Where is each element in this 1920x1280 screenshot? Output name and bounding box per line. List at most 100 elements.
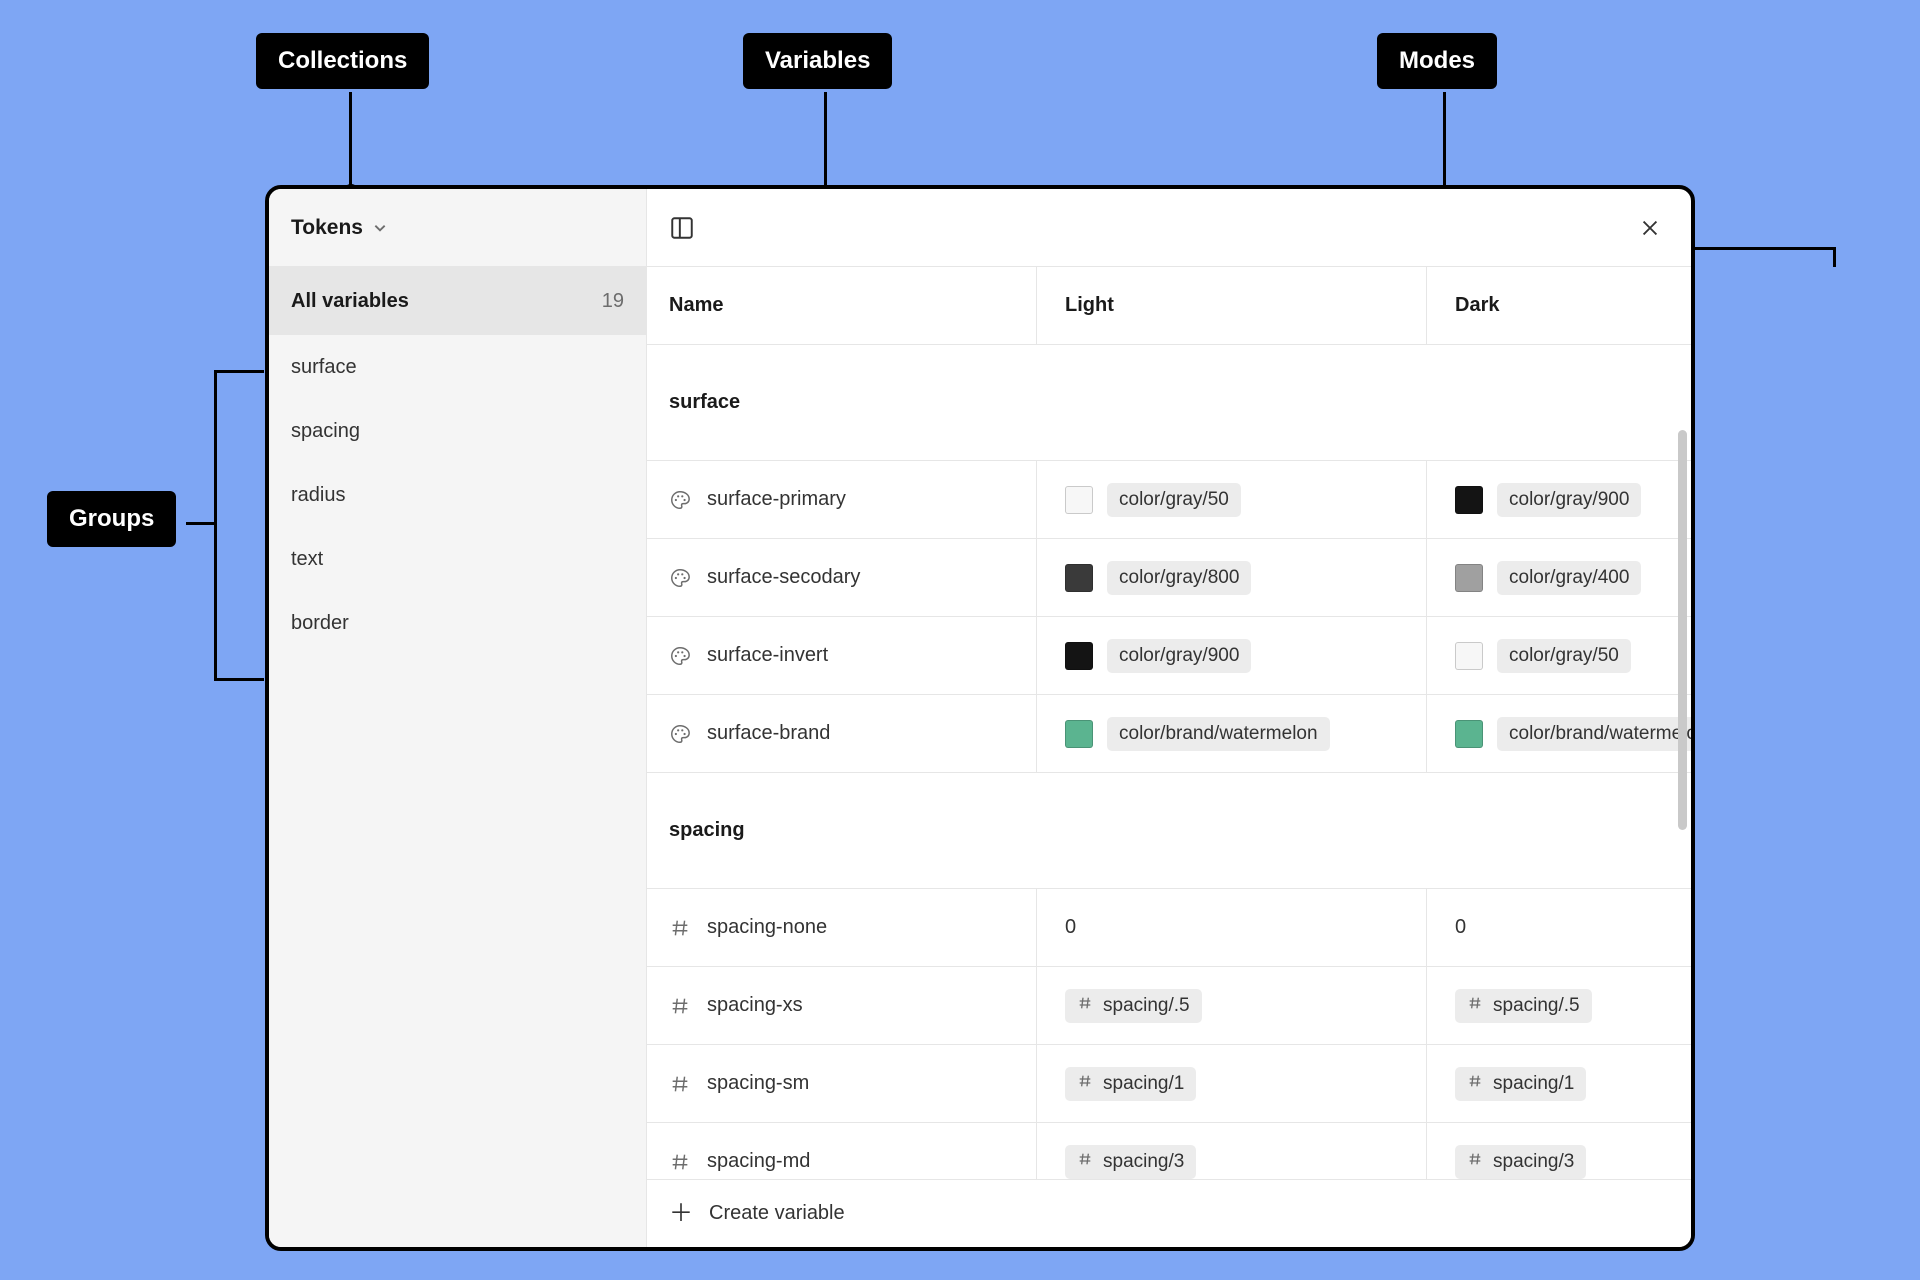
number-icon [1077, 1151, 1093, 1173]
variable-name: surface-primary [707, 488, 846, 511]
chevron-down-icon [373, 221, 387, 235]
variable-row[interactable]: surface-invert color/gray/900 color/gray/5… [647, 617, 1691, 695]
variable-row[interactable]: surface-primary color/gray/50 color/gray/9… [647, 461, 1691, 539]
variable-value-cell[interactable]: color/gray/400 [1427, 539, 1691, 616]
close-icon[interactable] [1639, 217, 1661, 239]
connector-line [214, 370, 264, 373]
variable-value-cell[interactable]: color/gray/50 [1427, 617, 1691, 694]
callout-groups: Groups [47, 491, 176, 547]
alias-chip[interactable]: color/gray/50 [1497, 639, 1631, 673]
variable-value-cell[interactable]: spacing/.5 [1037, 967, 1427, 1044]
variable-row[interactable]: spacing-md spacing/3 spacing/3 [647, 1123, 1691, 1179]
palette-icon [669, 567, 691, 589]
variable-name: surface-invert [707, 644, 828, 667]
variable-name: spacing-sm [707, 1072, 809, 1095]
color-swatch [1455, 564, 1483, 592]
color-swatch [1455, 720, 1483, 748]
raw-value: 0 [1455, 916, 1466, 939]
callout-collections: Collections [256, 33, 429, 89]
variable-value-cell[interactable]: color/gray/900 [1037, 617, 1427, 694]
number-icon [669, 995, 691, 1017]
sidebar: Tokens All variables 19 surfacespacingra… [269, 189, 647, 1247]
number-icon [1467, 1073, 1483, 1095]
variable-value-cell[interactable]: color/gray/50 [1037, 461, 1427, 538]
variable-value-cell[interactable]: color/gray/800 [1037, 539, 1427, 616]
sidebar-group-item[interactable]: text [269, 527, 646, 591]
scrollbar[interactable] [1678, 430, 1687, 830]
variable-value-cell[interactable]: spacing/3 [1037, 1123, 1427, 1179]
variables-scroll-area[interactable]: surface surface-primary color/gray/50 color… [647, 345, 1691, 1179]
column-mode-header[interactable]: Light [1037, 267, 1427, 344]
variable-name-cell[interactable]: spacing-sm [647, 1045, 1037, 1122]
variable-name-cell[interactable]: surface-primary [647, 461, 1037, 538]
connector-line [1833, 247, 1836, 267]
variable-row[interactable]: surface-brand color/brand/watermelon color… [647, 695, 1691, 773]
variable-value-cell[interactable]: spacing/1 [1037, 1045, 1427, 1122]
variable-row[interactable]: spacing-sm spacing/1 spacing/1 [647, 1045, 1691, 1123]
color-swatch [1065, 486, 1093, 514]
variable-value-cell[interactable]: color/brand/watermelon [1427, 695, 1691, 772]
alias-chip[interactable]: color/gray/800 [1107, 561, 1251, 595]
variable-name-cell[interactable]: spacing-md [647, 1123, 1037, 1179]
variable-name: spacing-xs [707, 994, 803, 1017]
number-icon [1077, 995, 1093, 1017]
alias-chip[interactable]: color/brand/watermelon [1497, 717, 1691, 751]
sidebar-group-item[interactable]: spacing [269, 399, 646, 463]
variable-value-cell[interactable]: spacing/1 [1427, 1045, 1691, 1122]
alias-chip[interactable]: color/gray/400 [1497, 561, 1641, 595]
panel-layout-icon[interactable] [669, 215, 695, 241]
number-icon [1467, 1151, 1483, 1173]
variable-value-cell[interactable]: color/brand/watermelon [1037, 695, 1427, 772]
variable-value-cell[interactable]: 0 [1427, 889, 1691, 966]
variable-name-cell[interactable]: spacing-xs [647, 967, 1037, 1044]
variable-value-cell[interactable]: 0 [1037, 889, 1427, 966]
alias-chip[interactable]: spacing/3 [1455, 1145, 1586, 1179]
variable-name-cell[interactable]: surface-brand [647, 695, 1037, 772]
sidebar-all-variables[interactable]: All variables 19 [269, 267, 646, 335]
alias-chip[interactable]: color/brand/watermelon [1107, 717, 1330, 751]
column-mode-header[interactable]: Dark [1427, 267, 1695, 344]
create-variable-button[interactable]: ＋ Create variable [647, 1179, 1691, 1247]
collection-name: Tokens [291, 216, 363, 240]
alias-chip[interactable]: spacing/1 [1065, 1067, 1196, 1101]
variable-name: spacing-none [707, 916, 827, 939]
alias-chip[interactable]: color/gray/900 [1497, 483, 1641, 517]
columns-header: Name Light Dark ＋ [647, 267, 1691, 345]
callout-modes: Modes [1377, 33, 1497, 89]
sidebar-group-item[interactable]: surface [269, 335, 646, 399]
number-icon [1077, 1073, 1093, 1095]
callout-variables: Variables [743, 33, 892, 89]
alias-chip[interactable]: spacing/1 [1455, 1067, 1586, 1101]
variable-name: surface-secodary [707, 566, 860, 589]
color-swatch [1455, 486, 1483, 514]
variable-value-cell[interactable]: spacing/.5 [1427, 967, 1691, 1044]
sidebar-group-item[interactable]: border [269, 591, 646, 655]
alias-chip[interactable]: color/gray/900 [1107, 639, 1251, 673]
variable-group-header: surface [647, 345, 1691, 461]
number-icon [669, 1073, 691, 1095]
alias-chip[interactable]: color/gray/50 [1107, 483, 1241, 517]
variable-value-cell[interactable]: color/gray/900 [1427, 461, 1691, 538]
connector-line [186, 522, 214, 525]
variable-group-header: spacing [647, 773, 1691, 889]
variable-name-cell[interactable]: surface-invert [647, 617, 1037, 694]
variable-value-cell[interactable]: spacing/3 [1427, 1123, 1691, 1179]
connector-line [214, 370, 217, 680]
alias-chip[interactable]: spacing/.5 [1065, 989, 1202, 1023]
main-area: Name Light Dark ＋ surfacesurface-primary… [647, 189, 1691, 1247]
variable-row[interactable]: spacing-xs spacing/.5 spacing/.5 [647, 967, 1691, 1045]
color-swatch [1065, 642, 1093, 670]
sidebar-group-item[interactable]: radius [269, 463, 646, 527]
plus-icon: ＋ [669, 1202, 693, 1226]
variable-name-cell[interactable]: spacing-none [647, 889, 1037, 966]
variable-row[interactable]: spacing-none 0 0 [647, 889, 1691, 967]
all-variables-label: All variables [291, 290, 409, 313]
variable-row[interactable]: surface-secodary color/gray/800 color/gray… [647, 539, 1691, 617]
alias-chip[interactable]: spacing/3 [1065, 1145, 1196, 1179]
variable-name: spacing-md [707, 1150, 810, 1173]
variables-panel: Tokens All variables 19 surfacespacingra… [265, 185, 1695, 1251]
number-icon [1467, 995, 1483, 1017]
collection-picker[interactable]: Tokens [269, 189, 646, 267]
alias-chip[interactable]: spacing/.5 [1455, 989, 1592, 1023]
variable-name-cell[interactable]: surface-secodary [647, 539, 1037, 616]
